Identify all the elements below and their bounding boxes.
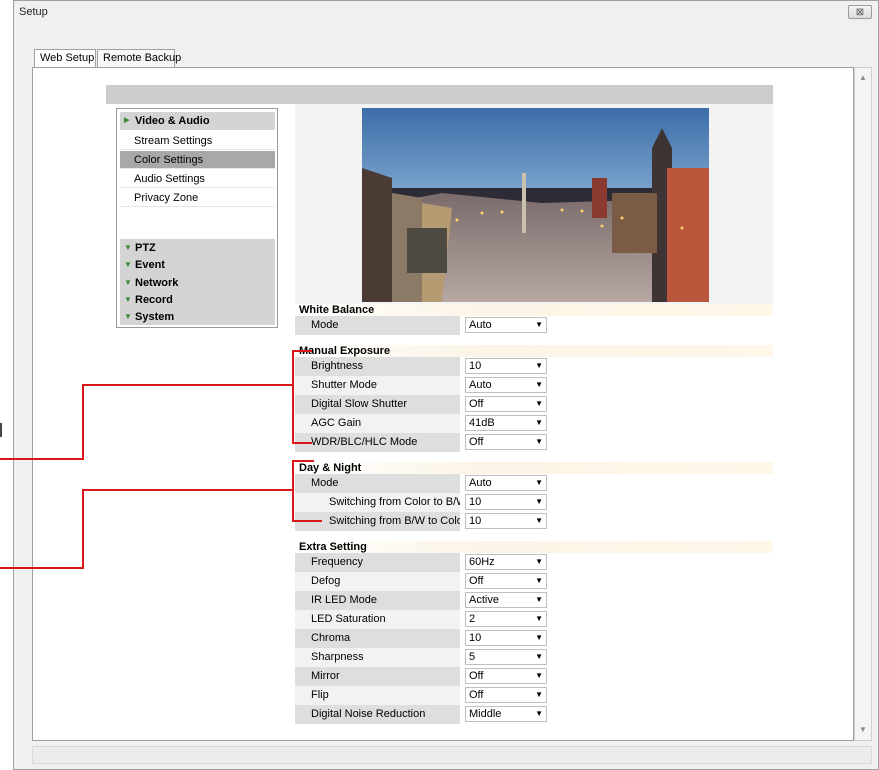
dropdown-arrow-icon: ▼ <box>535 614 543 623</box>
agc-gain-select[interactable]: 41dB ▼ <box>465 415 547 431</box>
chevron-down-icon: ▼ <box>124 260 132 269</box>
setting-row: Digital Slow Shutter Off ▼ <box>295 395 773 414</box>
nav-collapsed-group: ▼ PTZ ▼ Event ▼ Network ▼ Record ▼ System <box>120 239 275 325</box>
nav-section-label: Video & Audio <box>135 115 210 127</box>
setting-row: Mirror Off ▼ <box>295 667 773 686</box>
setting-label: Mode <box>311 319 339 331</box>
dropdown-arrow-icon: ▼ <box>535 516 543 525</box>
defog-select[interactable]: Off ▼ <box>465 573 547 589</box>
section-white-balance: White Balance <box>295 304 773 316</box>
setting-row: LED Saturation 2 ▼ <box>295 610 773 629</box>
settings-nav: ▶ Video & Audio Stream Settings Color Se… <box>116 108 278 328</box>
title-bar: Setup ⊠ <box>14 1 878 23</box>
setting-row: WDR/BLC/HLC Mode Off ▼ <box>295 433 773 452</box>
dropdown-arrow-icon: ▼ <box>535 320 543 329</box>
scroll-up-icon[interactable]: ▲ <box>855 70 871 86</box>
section-extra-setting: Extra Setting <box>295 541 773 553</box>
dropdown-arrow-icon: ▼ <box>535 361 543 370</box>
chevron-down-icon: ▼ <box>124 312 132 321</box>
dropdown-arrow-icon: ▼ <box>535 709 543 718</box>
brightness-select[interactable]: 10 ▼ <box>465 358 547 374</box>
city-scene-icon <box>362 108 709 302</box>
wdr-blc-hlc-mode-select[interactable]: Off ▼ <box>465 434 547 450</box>
frequency-select[interactable]: 60Hz ▼ <box>465 554 547 570</box>
chevron-down-icon: ▼ <box>124 278 132 287</box>
nav-record[interactable]: ▼ Record <box>120 291 275 309</box>
nav-stream-settings[interactable]: Stream Settings <box>120 132 275 150</box>
bw-to-color-select[interactable]: 10 ▼ <box>465 513 547 529</box>
header-band <box>106 85 773 104</box>
setting-row: Frequency 60Hz ▼ <box>295 553 773 572</box>
dropdown-arrow-icon: ▼ <box>535 690 543 699</box>
setting-row: Brightness 10 ▼ <box>295 357 773 376</box>
tab-remote-backup[interactable]: Remote Backup <box>97 49 181 67</box>
setting-row: Mode Auto ▼ <box>295 316 773 335</box>
ir-led-mode-select[interactable]: Active ▼ <box>465 592 547 608</box>
chevron-right-icon: ▶ <box>124 117 130 124</box>
tab-web-setup[interactable]: Web Setup <box>34 49 96 68</box>
nav-color-settings[interactable]: Color Settings <box>120 151 275 169</box>
camera-preview-image <box>362 108 709 302</box>
setting-row: Sharpness 5 ▼ <box>295 648 773 667</box>
shutter-mode-select[interactable]: Auto ▼ <box>465 377 547 393</box>
nav-video-audio[interactable]: ▶ Video & Audio <box>120 112 275 130</box>
nav-audio-settings[interactable]: Audio Settings <box>120 170 275 188</box>
section-day-night: Day & Night <box>295 462 773 474</box>
dropdown-arrow-icon: ▼ <box>535 557 543 566</box>
status-bar <box>32 746 872 764</box>
setting-row: Mode Auto ▼ <box>295 474 773 493</box>
chevron-down-icon: ▼ <box>124 295 132 304</box>
dropdown-arrow-icon: ▼ <box>535 478 543 487</box>
setting-row: Switching from B/W to Color 10 ▼ <box>295 512 773 531</box>
nav-event[interactable]: ▼ Event <box>120 256 275 274</box>
window-title: Setup <box>19 6 48 18</box>
setting-row: Shutter Mode Auto ▼ <box>295 376 773 395</box>
scroll-down-icon[interactable]: ▼ <box>855 722 871 738</box>
nav-network[interactable]: ▼ Network <box>120 274 275 292</box>
mirror-select[interactable]: Off ▼ <box>465 668 547 684</box>
setting-row: AGC Gain 41dB ▼ <box>295 414 773 433</box>
setting-row: Digital Noise Reduction Middle ▼ <box>295 705 773 724</box>
color-to-bw-select[interactable]: 10 ▼ <box>465 494 547 510</box>
dropdown-arrow-icon: ▼ <box>535 576 543 585</box>
nav-privacy-zone[interactable]: Privacy Zone <box>120 189 275 207</box>
nav-system[interactable]: ▼ System <box>120 308 275 326</box>
dropdown-arrow-icon: ▼ <box>535 633 543 642</box>
dropdown-arrow-icon: ▼ <box>535 380 543 389</box>
sharpness-select[interactable]: 5 ▼ <box>465 649 547 665</box>
section-manual-exposure: Manual Exposure <box>295 345 773 357</box>
day-night-mode-select[interactable]: Auto ▼ <box>465 475 547 491</box>
edge-marker <box>0 423 2 437</box>
nav-ptz[interactable]: ▼ PTZ <box>120 239 275 257</box>
setting-row: Chroma 10 ▼ <box>295 629 773 648</box>
setting-row: Flip Off ▼ <box>295 686 773 705</box>
digital-slow-shutter-select[interactable]: Off ▼ <box>465 396 547 412</box>
setting-row: Switching from Color to B/W 10 ▼ <box>295 493 773 512</box>
dropdown-arrow-icon: ▼ <box>535 399 543 408</box>
white-balance-mode-select[interactable]: Auto ▼ <box>465 317 547 333</box>
led-saturation-select[interactable]: 2 ▼ <box>465 611 547 627</box>
dropdown-arrow-icon: ▼ <box>535 671 543 680</box>
chevron-down-icon: ▼ <box>124 243 132 252</box>
dropdown-arrow-icon: ▼ <box>535 437 543 446</box>
close-button[interactable]: ⊠ <box>848 5 872 19</box>
chroma-select[interactable]: 10 ▼ <box>465 630 547 646</box>
vertical-scrollbar[interactable]: ▲ ▼ <box>854 67 872 741</box>
dropdown-arrow-icon: ▼ <box>535 652 543 661</box>
noise-reduction-select[interactable]: Middle ▼ <box>465 706 547 722</box>
flip-select[interactable]: Off ▼ <box>465 687 547 703</box>
dropdown-arrow-icon: ▼ <box>535 497 543 506</box>
web-setup-panel: ▶ Video & Audio Stream Settings Color Se… <box>32 67 854 741</box>
setting-row: Defog Off ▼ <box>295 572 773 591</box>
color-settings-table: White Balance Mode Auto ▼ Manual Exposure… <box>295 304 773 724</box>
setting-row: IR LED Mode Active ▼ <box>295 591 773 610</box>
dropdown-arrow-icon: ▼ <box>535 418 543 427</box>
dropdown-arrow-icon: ▼ <box>535 595 543 604</box>
